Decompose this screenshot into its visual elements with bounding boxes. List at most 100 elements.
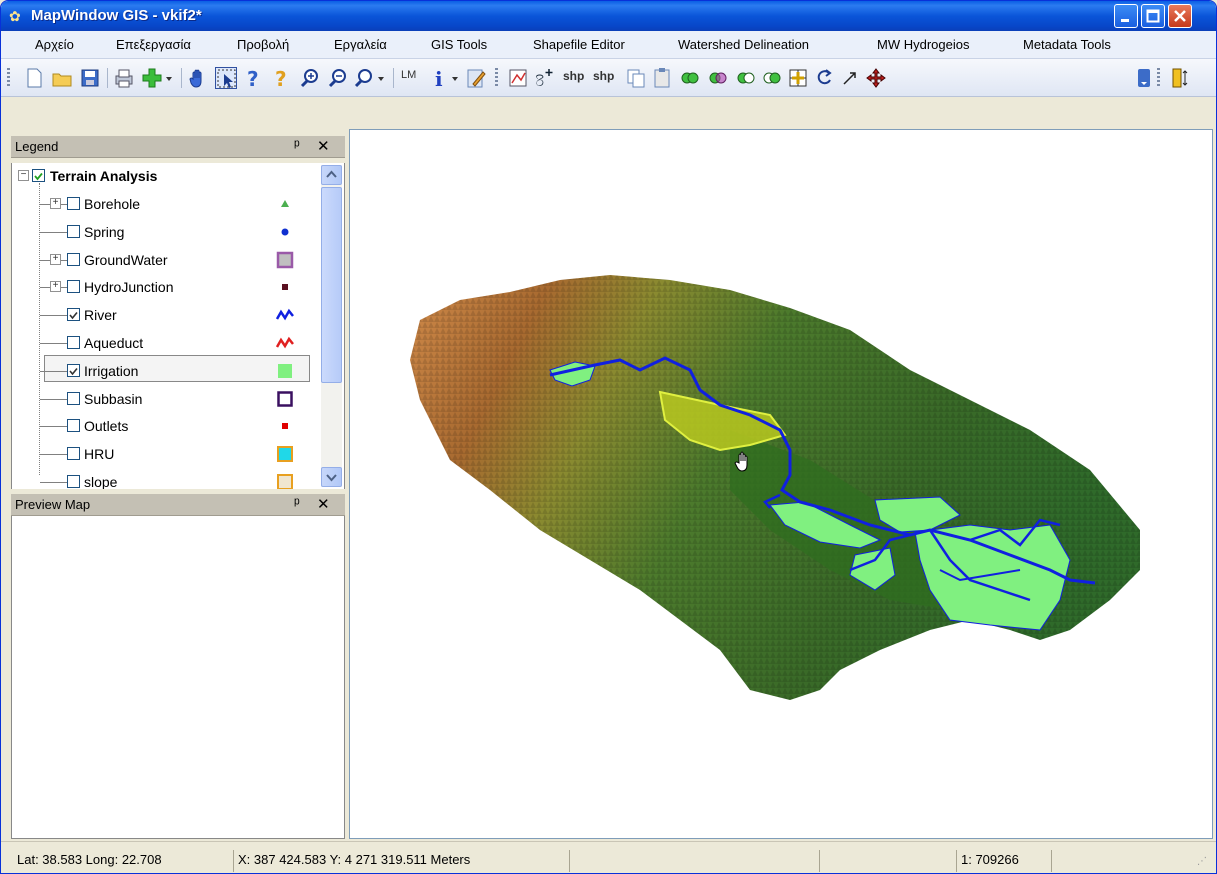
layer-visibility-checkbox[interactable] <box>67 419 80 433</box>
pan-button[interactable] <box>187 67 209 89</box>
paste-button[interactable] <box>651 67 673 89</box>
menu-gis-tools[interactable]: GIS Tools <box>431 37 487 52</box>
zoom-extent-icon <box>354 69 372 88</box>
legend-layer-row[interactable]: River <box>12 302 312 329</box>
layer-visibility-checkbox[interactable] <box>67 197 80 210</box>
close-button[interactable] <box>1168 4 1192 28</box>
ruler-icon <box>1172 68 1188 88</box>
zoom-extent-button[interactable] <box>353 67 375 89</box>
legend-layer-row[interactable]: Spring <box>12 219 312 246</box>
difference-button[interactable] <box>735 67 757 89</box>
preview-map[interactable] <box>11 516 345 839</box>
map-canvas[interactable] <box>350 130 1213 839</box>
toolbar-grip-2[interactable] <box>495 68 498 88</box>
layer-visibility-checkbox[interactable] <box>67 336 80 349</box>
legend-scrollbar[interactable] <box>321 165 342 487</box>
scroll-thumb[interactable] <box>321 187 342 383</box>
preview-pin-icon[interactable]: ᵖ <box>294 495 300 512</box>
print-button[interactable] <box>113 67 135 89</box>
status-empty-2 <box>819 850 949 872</box>
minimize-button[interactable] <box>1114 4 1138 28</box>
menu-file[interactable]: Αρχείο <box>35 37 74 52</box>
legend-layer-row[interactable]: slope <box>12 469 312 489</box>
edit-metadata-button[interactable] <box>465 67 487 89</box>
title-bar[interactable]: ✿ MapWindow GIS - vkif2* <box>1 1 1216 31</box>
info-button[interactable]: i <box>429 67 451 91</box>
legend-layer-row[interactable]: Outlets <box>12 413 312 440</box>
move-shape-button[interactable] <box>865 67 887 89</box>
toolbar-overflow-button[interactable] <box>1137 67 1151 89</box>
clip-button[interactable] <box>761 67 783 89</box>
move-vertices-button[interactable] <box>787 67 809 89</box>
legend-pin-icon[interactable]: ᵖ <box>294 137 300 154</box>
merge-button[interactable] <box>679 67 701 89</box>
layer-visibility-checkbox[interactable] <box>67 308 80 322</box>
collapse-icon[interactable]: − <box>18 170 29 181</box>
menu-shapefile-editor[interactable]: Shapefile Editor <box>533 37 625 52</box>
menu-edit[interactable]: Επεξεργασία <box>116 37 191 52</box>
identify-button[interactable]: ? <box>243 67 265 91</box>
preview-title: Preview Map <box>15 497 91 512</box>
plus-icon <box>142 68 162 88</box>
zoom-out-button[interactable] <box>327 67 349 89</box>
intersect-button[interactable] <box>707 67 729 89</box>
layer-visibility-checkbox[interactable] <box>67 447 80 461</box>
menu-tools[interactable]: Εργαλεία <box>334 37 387 52</box>
menu-view[interactable]: Προβολή <box>237 37 289 52</box>
add-layer-button[interactable] <box>141 67 163 89</box>
shp-remove-vertex-button[interactable]: shp <box>593 69 614 83</box>
menu-metadata-tools[interactable]: Metadata Tools <box>1023 37 1111 52</box>
expand-icon[interactable]: + <box>50 198 61 209</box>
open-project-button[interactable] <box>51 67 73 89</box>
rotate-button[interactable] <box>813 67 835 89</box>
preview-close-icon[interactable]: ✕ <box>317 495 330 513</box>
expand-icon[interactable]: + <box>50 281 61 293</box>
menu-mw-hydrogeios[interactable]: MW Hydrogeios <box>877 37 969 52</box>
shp-add-vertex-button[interactable]: shp <box>563 69 584 83</box>
scroll-down-button[interactable] <box>321 467 342 487</box>
select-button[interactable] <box>215 67 237 89</box>
add-layer-dropdown[interactable] <box>163 67 175 89</box>
layer-symbol-small-square-icon <box>282 423 288 430</box>
lm-button[interactable]: LM <box>401 69 416 81</box>
layer-visibility-checkbox[interactable] <box>67 224 80 238</box>
toolbar-grip-3[interactable] <box>1157 68 1160 88</box>
legend-layer-row[interactable]: Irrigation <box>12 358 312 385</box>
layer-visibility-checkbox[interactable] <box>67 280 80 294</box>
legend-layer-row[interactable]: + GroundWater <box>12 247 312 274</box>
save-button[interactable] <box>79 67 101 89</box>
maximize-button[interactable] <box>1141 4 1165 28</box>
identify-all-button[interactable]: ? <box>271 67 293 91</box>
new-project-button[interactable] <box>23 67 45 89</box>
layer-name: Borehole <box>84 196 141 212</box>
expand-icon[interactable]: + <box>50 253 61 265</box>
legend-layer-row[interactable]: + Borehole <box>12 191 312 218</box>
zoom-dropdown[interactable] <box>375 67 387 89</box>
legend-close-icon[interactable]: ✕ <box>317 137 330 155</box>
legend-layer-row[interactable]: Subbasin <box>12 386 312 413</box>
legend-layer-row[interactable]: Aqueduct <box>12 330 312 357</box>
save-icon <box>81 69 99 87</box>
scroll-up-button[interactable] <box>321 165 342 185</box>
new-shapefile-button[interactable] <box>507 67 529 89</box>
layer-visibility-checkbox[interactable] <box>67 363 80 377</box>
resize-grip-icon[interactable]: ⋰ <box>1197 856 1207 867</box>
layer-visibility-checkbox[interactable] <box>67 475 80 488</box>
group-checkbox[interactable] <box>32 169 45 182</box>
toolbar-grip[interactable] <box>7 68 10 88</box>
copy-button[interactable] <box>625 67 647 89</box>
legend-layer-row[interactable]: + HydroJunction <box>12 274 312 301</box>
legend-layer-row[interactable]: HRU <box>12 441 312 468</box>
measure-button[interactable] <box>1169 67 1191 89</box>
layer-visibility-checkbox[interactable] <box>67 252 80 266</box>
add-shape-button[interactable]: රි <box>535 67 557 90</box>
question-icon: ? <box>247 67 259 91</box>
resize-button[interactable] <box>839 67 861 89</box>
menu-watershed-delineation[interactable]: Watershed Delineation <box>678 37 809 52</box>
map-view[interactable] <box>349 129 1213 839</box>
legend-group-row[interactable]: − Terrain Analysis <box>12 163 312 190</box>
status-bar: Lat: 38.583 Long: 22.708 X: 387 424.583 … <box>1 841 1216 873</box>
zoom-in-button[interactable] <box>299 67 321 89</box>
info-dropdown[interactable] <box>449 67 461 89</box>
layer-visibility-checkbox[interactable] <box>67 391 80 405</box>
